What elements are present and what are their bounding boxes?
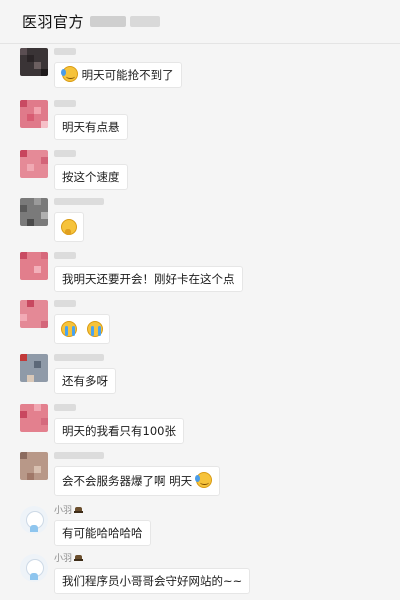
message-text: 有可能哈哈哈哈 xyxy=(62,526,143,540)
message-bubble[interactable] xyxy=(54,314,110,344)
hat-icon xyxy=(74,555,84,562)
sender-name xyxy=(54,452,104,462)
message-text: 会不会服务器爆了啊 明天 xyxy=(62,474,193,488)
message-bubble[interactable]: 会不会服务器爆了啊 明天 xyxy=(54,466,220,496)
sender-name xyxy=(54,300,76,310)
message-bubble[interactable]: 我明天还要开会！刚好卡在这个点 xyxy=(54,266,243,292)
message-text: 明天可能抢不到了 xyxy=(81,68,174,82)
message-bubble[interactable] xyxy=(54,212,84,242)
sender-name xyxy=(54,48,76,58)
hat-icon xyxy=(74,507,84,514)
avatar[interactable] xyxy=(20,452,48,480)
blurred-title-part xyxy=(90,16,127,27)
sender-name: 小羽 xyxy=(54,506,84,516)
avatar[interactable] xyxy=(20,554,48,582)
sender-name xyxy=(54,100,76,110)
sender-name xyxy=(54,354,104,364)
crying-emoji-icon xyxy=(61,321,77,337)
avatar[interactable] xyxy=(20,150,48,178)
message-text: 明天有点悬 xyxy=(62,120,120,134)
avatar[interactable] xyxy=(20,300,48,328)
crying-emoji-icon xyxy=(86,321,103,337)
sweat-emoji-icon xyxy=(194,472,212,488)
message-bubble[interactable]: 有可能哈哈哈哈 xyxy=(54,520,151,546)
thinking-emoji-icon xyxy=(61,219,77,235)
avatar[interactable] xyxy=(20,506,48,534)
avatar[interactable] xyxy=(20,198,48,226)
message-text: 按这个速度 xyxy=(62,170,120,184)
avatar[interactable] xyxy=(20,354,48,382)
message-bubble[interactable]: 明天有点悬 xyxy=(54,114,128,140)
sender-name xyxy=(54,198,104,208)
chat-title: 医羽官方 xyxy=(22,13,85,31)
blurred-title-part xyxy=(130,16,161,27)
sender-name xyxy=(54,150,76,160)
message-text: 我明天还要开会！刚好卡在这个点 xyxy=(62,272,235,286)
sweat-emoji-icon xyxy=(61,66,78,82)
avatar[interactable] xyxy=(20,48,48,76)
sender-name xyxy=(54,404,76,414)
avatar[interactable] xyxy=(20,252,48,280)
avatar[interactable] xyxy=(20,100,48,128)
message-bubble[interactable]: 明天的我看只有100张 xyxy=(54,418,184,444)
message-text: 我们程序员小哥哥会守好网站的~~ xyxy=(62,574,243,588)
sender-name xyxy=(54,252,76,262)
message-text: 还有多呀 xyxy=(62,374,108,388)
sender-name: 小羽 xyxy=(54,554,84,564)
message-bubble[interactable]: 按这个速度 xyxy=(54,164,128,190)
message-bubble[interactable]: 我们程序员小哥哥会守好网站的~~ xyxy=(54,568,251,594)
chat-header: 医羽官方 xyxy=(0,0,400,44)
avatar[interactable] xyxy=(20,404,48,432)
message-bubble[interactable]: 还有多呀 xyxy=(54,368,116,394)
message-bubble[interactable]: 明天可能抢不到了 xyxy=(54,62,182,88)
message-text: 明天的我看只有100张 xyxy=(62,424,176,438)
